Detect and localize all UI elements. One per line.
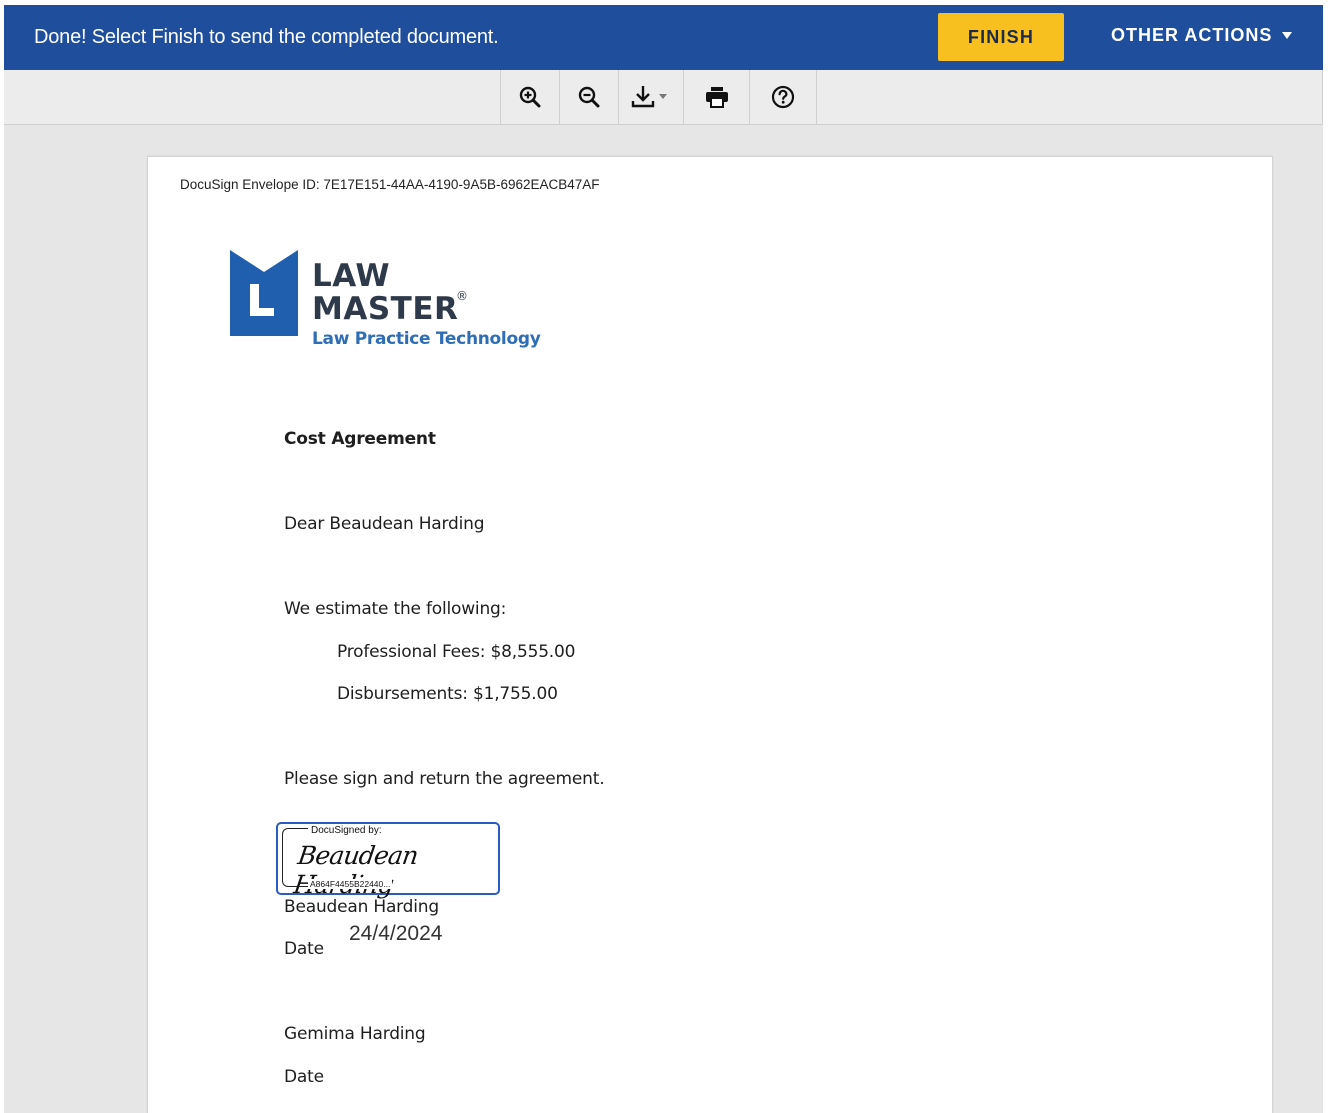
banner-message: Done! Select Finish to send the complete… [34,26,499,48]
completion-banner: Done! Select Finish to send the complete… [4,5,1323,70]
download-icon [631,86,667,108]
zoom-out-icon [578,86,600,108]
greeting: Dear Beaudean Harding [284,514,485,534]
download-button[interactable] [619,70,684,124]
document-toolbar [4,70,1323,125]
zoom-in-icon [519,86,541,108]
logo-text-law: LAW [312,258,391,294]
finish-button[interactable]: FINISH [938,13,1064,61]
print-button[interactable] [684,70,750,124]
lawmaster-logo-mark [230,250,298,341]
document-page: DocuSign Envelope ID: 7E17E151-44AA-4190… [147,156,1273,1113]
document-title: Cost Agreement [284,429,436,449]
zoom-out-button[interactable] [560,70,619,124]
signature-image: Beaudean Harding [292,841,420,899]
signer2-name: Gemima Harding [284,1024,426,1044]
other-actions-label: OTHER ACTIONS [1111,25,1273,45]
logo-tagline: Law Practice Technology [312,329,541,349]
signer1-name: Beaudean Harding [284,897,439,917]
logo-text-master: MASTER [312,291,459,327]
signer2-date-label: Date [284,1067,324,1087]
signer1-date-label: Date [284,939,324,959]
caret-down-icon [1282,32,1293,39]
docusign-viewer: Done! Select Finish to send the complete… [4,5,1323,1113]
help-button[interactable] [750,70,817,124]
sign-request: Please sign and return the agreement. [284,769,605,789]
toolbar-divider [1322,70,1323,124]
professional-fees: Professional Fees: $8,555.00 [337,642,576,662]
signature-hash: A864F4455B22440... [308,879,393,889]
other-actions-menu[interactable]: OTHER ACTIONS [1111,25,1293,46]
envelope-id: DocuSign Envelope ID: 7E17E151-44AA-4190… [180,177,600,192]
zoom-in-button[interactable] [501,70,560,124]
signature-field[interactable]: DocuSigned by: Beaudean Harding A864F445… [276,822,500,899]
logo-registered-mark: ® [456,289,468,303]
signer1-date-value: 24/4/2024 [349,922,443,945]
docusigned-label: DocuSigned by: [308,825,385,836]
print-icon [705,87,728,108]
lawmaster-logo-icon [230,250,298,336]
help-icon [771,85,795,109]
toolbar-tools [500,70,817,124]
disbursements: Disbursements: $1,755.00 [337,684,558,704]
estimate-intro: We estimate the following: [284,599,507,619]
